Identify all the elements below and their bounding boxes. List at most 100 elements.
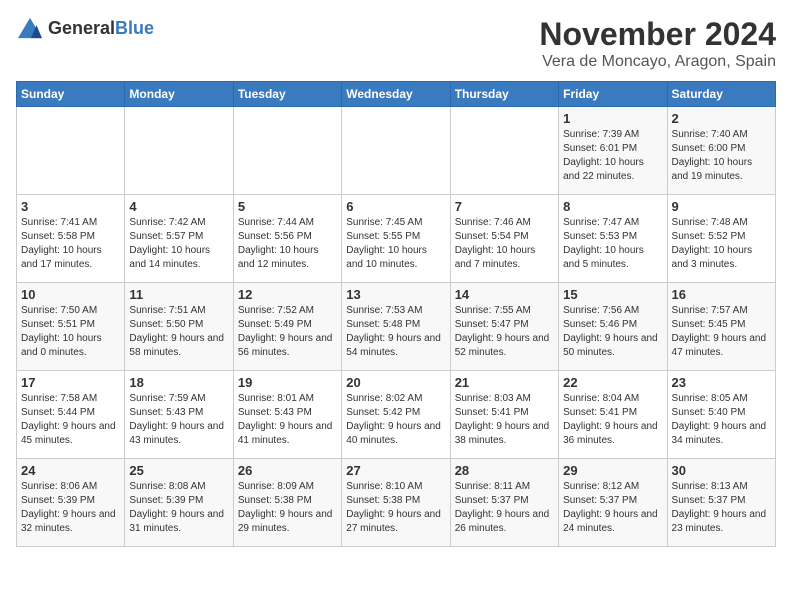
- calendar-cell: 2 Sunrise: 7:40 AM Sunset: 6:00 PM Daylig…: [667, 107, 775, 195]
- day-info: Sunrise: 7:53 AM Sunset: 5:48 PM Dayligh…: [346, 304, 445, 360]
- day-info: Sunrise: 7:50 AM Sunset: 5:51 PM Dayligh…: [21, 304, 120, 360]
- day-info: Sunrise: 7:59 AM Sunset: 5:43 PM Dayligh…: [129, 392, 228, 448]
- day-number: 5: [238, 199, 337, 214]
- calendar-week-5: 24 Sunrise: 8:06 AM Sunset: 5:39 PM Dayli…: [17, 459, 776, 547]
- day-info: Sunrise: 7:41 AM Sunset: 5:58 PM Dayligh…: [21, 216, 120, 272]
- day-number: 4: [129, 199, 228, 214]
- day-number: 23: [672, 375, 771, 390]
- calendar-cell: 8 Sunrise: 7:47 AM Sunset: 5:53 PM Daylig…: [559, 195, 667, 283]
- logo: GeneralBlue: [16, 16, 154, 40]
- calendar-cell: 26 Sunrise: 8:09 AM Sunset: 5:38 PM Dayli…: [233, 459, 341, 547]
- calendar-body: 1 Sunrise: 7:39 AM Sunset: 6:01 PM Daylig…: [17, 107, 776, 547]
- day-number: 1: [563, 111, 662, 126]
- calendar-cell: [342, 107, 450, 195]
- calendar-cell: 15 Sunrise: 7:56 AM Sunset: 5:46 PM Dayli…: [559, 283, 667, 371]
- day-info: Sunrise: 8:11 AM Sunset: 5:37 PM Dayligh…: [455, 480, 554, 536]
- day-number: 11: [129, 287, 228, 302]
- calendar-cell: 17Sunrise: 7:58 AM Sunset: 5:44 PM Dayli…: [17, 371, 125, 459]
- day-info: Sunrise: 7:39 AM Sunset: 6:01 PM Dayligh…: [563, 128, 662, 184]
- day-info: Sunrise: 7:58 AM Sunset: 5:44 PM Dayligh…: [21, 392, 120, 448]
- day-number: 24: [21, 463, 120, 478]
- day-info: Sunrise: 8:03 AM Sunset: 5:41 PM Dayligh…: [455, 392, 554, 448]
- title-area: November 2024 Vera de Moncayo, Aragon, S…: [539, 16, 776, 71]
- day-info: Sunrise: 7:46 AM Sunset: 5:54 PM Dayligh…: [455, 216, 554, 272]
- day-number: 29: [563, 463, 662, 478]
- day-number: 22: [563, 375, 662, 390]
- day-info: Sunrise: 8:12 AM Sunset: 5:37 PM Dayligh…: [563, 480, 662, 536]
- day-number: 6: [346, 199, 445, 214]
- weekday-wednesday: Wednesday: [342, 82, 450, 107]
- calendar-cell: 21 Sunrise: 8:03 AM Sunset: 5:41 PM Dayli…: [450, 371, 558, 459]
- day-number: 10: [21, 287, 120, 302]
- weekday-monday: Monday: [125, 82, 233, 107]
- day-number: 8: [563, 199, 662, 214]
- day-number: 14: [455, 287, 554, 302]
- month-title: November 2024: [539, 16, 776, 53]
- day-number: 25: [129, 463, 228, 478]
- day-info: Sunrise: 7:48 AM Sunset: 5:52 PM Dayligh…: [672, 216, 771, 272]
- day-number: 9: [672, 199, 771, 214]
- logo-blue: Blue: [115, 18, 154, 38]
- day-number: 30: [672, 463, 771, 478]
- calendar-week-3: 10 Sunrise: 7:50 AM Sunset: 5:51 PM Dayli…: [17, 283, 776, 371]
- day-info: Sunrise: 7:52 AM Sunset: 5:49 PM Dayligh…: [238, 304, 337, 360]
- day-info: Sunrise: 7:56 AM Sunset: 5:46 PM Dayligh…: [563, 304, 662, 360]
- calendar-cell: 5 Sunrise: 7:44 AM Sunset: 5:56 PM Daylig…: [233, 195, 341, 283]
- calendar-cell: 25 Sunrise: 8:08 AM Sunset: 5:39 PM Dayli…: [125, 459, 233, 547]
- calendar-week-2: 3 Sunrise: 7:41 AM Sunset: 5:58 PM Daylig…: [17, 195, 776, 283]
- day-info: Sunrise: 8:13 AM Sunset: 5:37 PM Dayligh…: [672, 480, 771, 536]
- day-info: Sunrise: 7:47 AM Sunset: 5:53 PM Dayligh…: [563, 216, 662, 272]
- calendar-cell: 23 Sunrise: 8:05 AM Sunset: 5:40 PM Dayli…: [667, 371, 775, 459]
- day-number: 3: [21, 199, 120, 214]
- day-info: Sunrise: 8:06 AM Sunset: 5:39 PM Dayligh…: [21, 480, 120, 536]
- day-number: 2: [672, 111, 771, 126]
- day-number: 27: [346, 463, 445, 478]
- calendar-cell: 18Sunrise: 7:59 AM Sunset: 5:43 PM Dayli…: [125, 371, 233, 459]
- day-info: Sunrise: 7:51 AM Sunset: 5:50 PM Dayligh…: [129, 304, 228, 360]
- calendar-cell: 4 Sunrise: 7:42 AM Sunset: 5:57 PM Daylig…: [125, 195, 233, 283]
- day-number: 7: [455, 199, 554, 214]
- calendar-cell: 12 Sunrise: 7:52 AM Sunset: 5:49 PM Dayli…: [233, 283, 341, 371]
- location-title: Vera de Moncayo, Aragon, Spain: [539, 53, 776, 71]
- calendar-cell: 9 Sunrise: 7:48 AM Sunset: 5:52 PM Daylig…: [667, 195, 775, 283]
- calendar-cell: 10 Sunrise: 7:50 AM Sunset: 5:51 PM Dayli…: [17, 283, 125, 371]
- day-info: Sunrise: 7:55 AM Sunset: 5:47 PM Dayligh…: [455, 304, 554, 360]
- calendar-cell: 16Sunrise: 7:57 AM Sunset: 5:45 PM Dayli…: [667, 283, 775, 371]
- weekday-header-row: SundayMondayTuesdayWednesdayThursdayFrid…: [17, 82, 776, 107]
- day-info: Sunrise: 7:45 AM Sunset: 5:55 PM Dayligh…: [346, 216, 445, 272]
- calendar-cell: 1 Sunrise: 7:39 AM Sunset: 6:01 PM Daylig…: [559, 107, 667, 195]
- calendar-cell: 29 Sunrise: 8:12 AM Sunset: 5:37 PM Dayli…: [559, 459, 667, 547]
- day-number: 12: [238, 287, 337, 302]
- calendar-cell: [17, 107, 125, 195]
- calendar-cell: 24 Sunrise: 8:06 AM Sunset: 5:39 PM Dayli…: [17, 459, 125, 547]
- calendar-cell: 3 Sunrise: 7:41 AM Sunset: 5:58 PM Daylig…: [17, 195, 125, 283]
- day-info: Sunrise: 8:08 AM Sunset: 5:39 PM Dayligh…: [129, 480, 228, 536]
- day-number: 15: [563, 287, 662, 302]
- calendar-cell: 20 Sunrise: 8:02 AM Sunset: 5:42 PM Dayli…: [342, 371, 450, 459]
- calendar-cell: 27Sunrise: 8:10 AM Sunset: 5:38 PM Dayli…: [342, 459, 450, 547]
- day-number: 20: [346, 375, 445, 390]
- calendar-cell: 30 Sunrise: 8:13 AM Sunset: 5:37 PM Dayli…: [667, 459, 775, 547]
- day-info: Sunrise: 8:09 AM Sunset: 5:38 PM Dayligh…: [238, 480, 337, 536]
- day-number: 21: [455, 375, 554, 390]
- day-number: 26: [238, 463, 337, 478]
- calendar-cell: 22 Sunrise: 8:04 AM Sunset: 5:41 PM Dayli…: [559, 371, 667, 459]
- day-info: Sunrise: 8:04 AM Sunset: 5:41 PM Dayligh…: [563, 392, 662, 448]
- weekday-sunday: Sunday: [17, 82, 125, 107]
- calendar-cell: 13Sunrise: 7:53 AM Sunset: 5:48 PM Dayli…: [342, 283, 450, 371]
- weekday-saturday: Saturday: [667, 82, 775, 107]
- weekday-thursday: Thursday: [450, 82, 558, 107]
- weekday-friday: Friday: [559, 82, 667, 107]
- calendar-cell: 19Sunrise: 8:01 AM Sunset: 5:43 PM Dayli…: [233, 371, 341, 459]
- day-info: Sunrise: 7:44 AM Sunset: 5:56 PM Dayligh…: [238, 216, 337, 272]
- day-info: Sunrise: 7:42 AM Sunset: 5:57 PM Dayligh…: [129, 216, 228, 272]
- day-info: Sunrise: 8:01 AM Sunset: 5:43 PM Dayligh…: [238, 392, 337, 448]
- day-number: 28: [455, 463, 554, 478]
- day-info: Sunrise: 8:05 AM Sunset: 5:40 PM Dayligh…: [672, 392, 771, 448]
- weekday-tuesday: Tuesday: [233, 82, 341, 107]
- day-info: Sunrise: 7:40 AM Sunset: 6:00 PM Dayligh…: [672, 128, 771, 184]
- day-number: 16: [672, 287, 771, 302]
- day-info: Sunrise: 8:02 AM Sunset: 5:42 PM Dayligh…: [346, 392, 445, 448]
- calendar-cell: 7 Sunrise: 7:46 AM Sunset: 5:54 PM Daylig…: [450, 195, 558, 283]
- logo-general: General: [48, 18, 115, 38]
